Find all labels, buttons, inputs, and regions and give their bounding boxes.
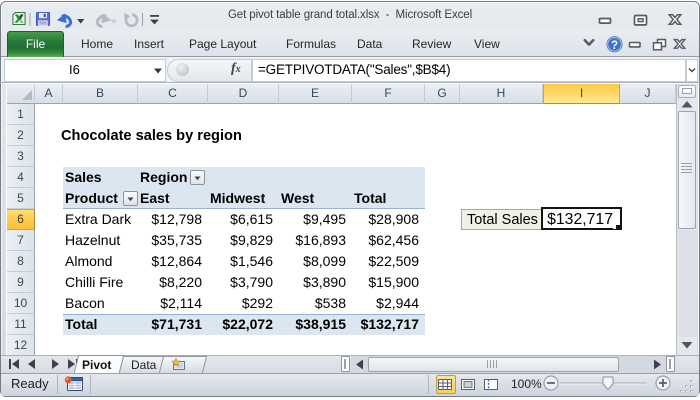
svg-text:?: ? — [611, 40, 618, 52]
